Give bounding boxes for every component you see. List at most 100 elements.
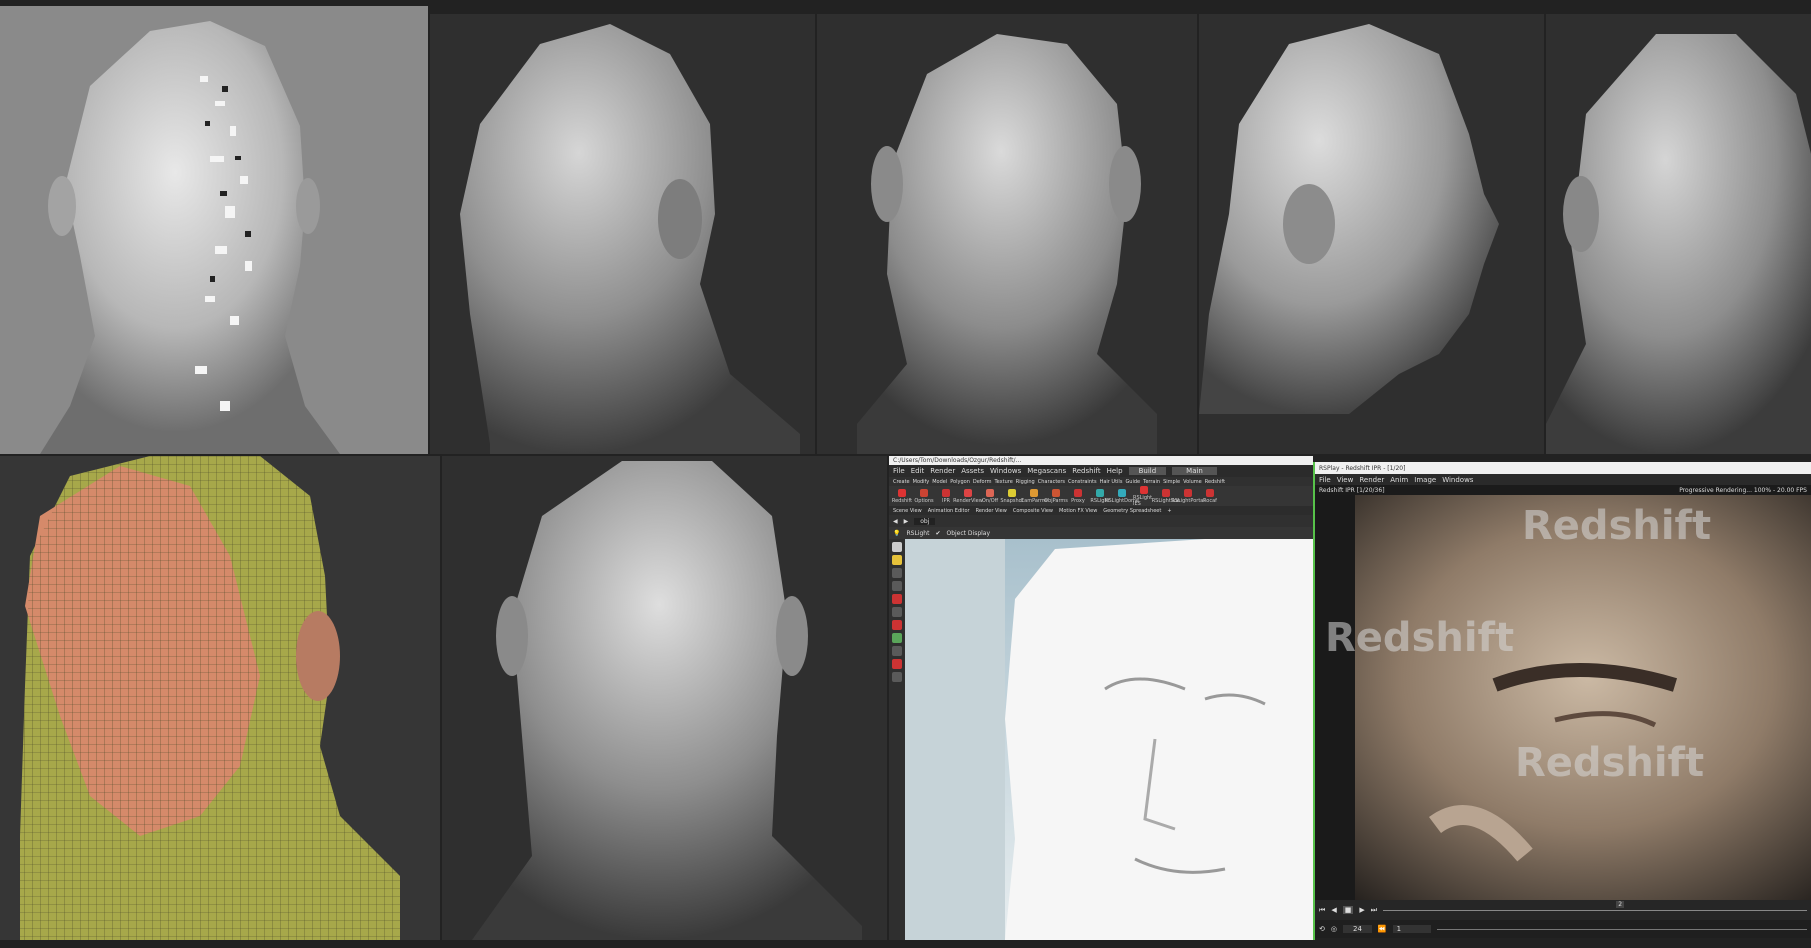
shelf-tab[interactable]: Deform — [973, 479, 992, 485]
loop-icon[interactable]: ⟲ — [1319, 925, 1325, 933]
menu-anim[interactable]: Anim — [1390, 476, 1408, 484]
render-panel-head-frontal-up — [817, 14, 1197, 454]
shelf-tab[interactable]: Model — [932, 479, 947, 485]
menu-megascans[interactable]: Megascans — [1027, 467, 1066, 475]
shelf-tab[interactable]: Polygon — [950, 479, 970, 485]
menu-assets[interactable]: Assets — [961, 467, 984, 475]
shelf-tab[interactable]: Texture — [994, 479, 1012, 485]
snap-icon[interactable] — [892, 646, 902, 656]
current-frame-field[interactable]: 24 — [1342, 925, 1372, 933]
onoff-icon — [986, 488, 994, 497]
houdini-viewport[interactable] — [905, 539, 1313, 940]
menu-redshift[interactable]: Redshift — [1072, 467, 1100, 475]
pane-tab[interactable]: Scene View — [893, 508, 922, 514]
render-panel-wireframe-polypaint — [0, 456, 440, 940]
realtime-icon[interactable]: ◎ — [1331, 925, 1337, 933]
range-slider[interactable] — [1437, 928, 1807, 930]
add-pane-icon[interactable]: + — [1167, 508, 1171, 514]
menu-windows[interactable]: Windows — [1442, 476, 1473, 484]
back-arrow-icon[interactable]: ◀ — [893, 518, 898, 525]
step-back-icon[interactable]: ⏪ — [1378, 925, 1387, 933]
renderview-icon — [964, 488, 972, 497]
first-frame-icon[interactable]: ⏮ — [1319, 906, 1325, 915]
rslightsun-icon — [1162, 488, 1170, 497]
shelf-tool[interactable]: On/Off — [979, 488, 1001, 504]
menu-view[interactable]: View — [1337, 476, 1354, 484]
view-tool-icon[interactable] — [892, 633, 902, 643]
watermark-text: Redshift — [1522, 503, 1712, 549]
menu-windows[interactable]: Windows — [990, 467, 1021, 475]
menu-render[interactable]: Render — [1359, 476, 1384, 484]
shelf-tool[interactable]: CamParms — [1021, 488, 1047, 504]
object-display-label[interactable]: Object Display — [946, 530, 990, 537]
rslight-icon — [1096, 488, 1104, 497]
menu-file[interactable]: File — [1319, 476, 1331, 484]
forward-arrow-icon[interactable]: ▶ — [904, 518, 909, 525]
shelf-tab[interactable]: Constraints — [1068, 479, 1097, 485]
pane-tab[interactable]: Geometry Spreadsheet — [1103, 508, 1161, 514]
shelf-tab[interactable]: Create — [893, 479, 910, 485]
pane-tab[interactable]: Motion FX View — [1059, 508, 1097, 514]
path-field[interactable]: obj — [914, 517, 936, 525]
pose-tool-icon[interactable] — [892, 607, 902, 617]
render-panel-head-frontal — [442, 456, 887, 940]
prev-frame-icon[interactable]: ◀ — [1331, 906, 1336, 914]
last-frame-icon[interactable]: ⏭ — [1371, 906, 1377, 915]
camparms-icon — [1030, 488, 1038, 497]
timeline-slider[interactable]: 2 — [1383, 900, 1807, 911]
shelf-tab[interactable]: Redshift — [1205, 479, 1225, 485]
shelf-tab-bar: Create Modify Model Polygon Deform Textu… — [889, 477, 1313, 486]
pane-tab[interactable]: Composite View — [1013, 508, 1053, 514]
shelf-tab[interactable]: Characters — [1038, 479, 1065, 485]
play-icon[interactable]: ▶ — [1359, 906, 1364, 914]
menu-render[interactable]: Render — [930, 467, 955, 475]
stop-icon[interactable]: ■ — [1342, 906, 1354, 914]
shelf-tool[interactable]: Rocaf — [1199, 488, 1221, 504]
shelf-tab[interactable]: Hair Utils — [1100, 479, 1123, 485]
shelf-tool[interactable]: RenderView — [953, 488, 983, 504]
render-panel-head-profile — [1199, 14, 1544, 454]
viewport-header: 💡 RSLight ✔ Object Display — [889, 527, 1313, 539]
timeline-marker[interactable]: 2 — [1616, 900, 1625, 908]
select-tool-icon[interactable] — [892, 542, 902, 552]
menu-file[interactable]: File — [893, 467, 905, 475]
rsview-title: RSPlay - Redshift IPR - [1/20] — [1319, 464, 1406, 472]
render-progress-text: Progressive Rendering... 100% - 20.00 FP… — [1679, 486, 1807, 494]
shelf-tab[interactable]: Volume — [1183, 479, 1202, 485]
pane-tab[interactable]: Animation Editor — [928, 508, 970, 514]
shelf-tools: Redshift Options IPR RenderView On/Off S… — [889, 485, 1313, 507]
shelf-tool[interactable]: Options — [913, 488, 935, 504]
light-bulb-icon: 💡 — [893, 529, 901, 537]
watermark-text: Redshift — [1515, 740, 1705, 786]
shelf-tool[interactable]: RSLightPortal — [1171, 488, 1205, 504]
move-tool-icon[interactable] — [892, 555, 902, 565]
pane-tab[interactable]: Render View — [976, 508, 1007, 514]
shelf-tool[interactable]: Redshift — [891, 488, 913, 504]
menu-help[interactable]: Help — [1107, 467, 1123, 475]
render-panel-head-three-quarter — [430, 14, 815, 454]
pane-tab-bar: Scene View Animation Editor Render View … — [889, 506, 1313, 515]
desktop-main-select[interactable]: Main — [1172, 467, 1217, 475]
houdini-window: C:/Users/Tom/Downloads/Ozgur/Redshift/..… — [889, 456, 1313, 940]
shelf-tab[interactable]: Guide — [1125, 479, 1140, 485]
shelf-tool[interactable]: RSLightDome — [1105, 488, 1139, 504]
menu-edit[interactable]: Edit — [911, 467, 925, 475]
render-region-icon[interactable] — [892, 672, 902, 682]
shelf-tab[interactable]: Modify — [913, 479, 930, 485]
shelf-tool[interactable]: ObjParms — [1044, 488, 1068, 504]
shelf-tab[interactable]: Terrain — [1143, 479, 1160, 485]
start-frame-field[interactable]: 1 — [1392, 925, 1432, 933]
viewport-camera-label[interactable]: RSLight — [906, 530, 929, 537]
scale-tool-icon[interactable] — [892, 581, 902, 591]
magnet-icon[interactable] — [892, 659, 902, 669]
shelf-tool[interactable]: Proxy — [1067, 488, 1089, 504]
rotate-tool-icon[interactable] — [892, 568, 902, 578]
rslightportal-icon — [1184, 488, 1192, 497]
shelf-tab[interactable]: Rigging — [1016, 479, 1035, 485]
shelf-tab[interactable]: Simple — [1163, 479, 1180, 485]
handle-tool-icon[interactable] — [892, 594, 902, 604]
light-tool-icon[interactable] — [892, 620, 902, 630]
menu-image[interactable]: Image — [1414, 476, 1436, 484]
desktop-build-select[interactable]: Build — [1128, 467, 1167, 475]
rsview-info-bar: Redshift IPR [1/20/36] Progressive Rende… — [1315, 485, 1811, 495]
